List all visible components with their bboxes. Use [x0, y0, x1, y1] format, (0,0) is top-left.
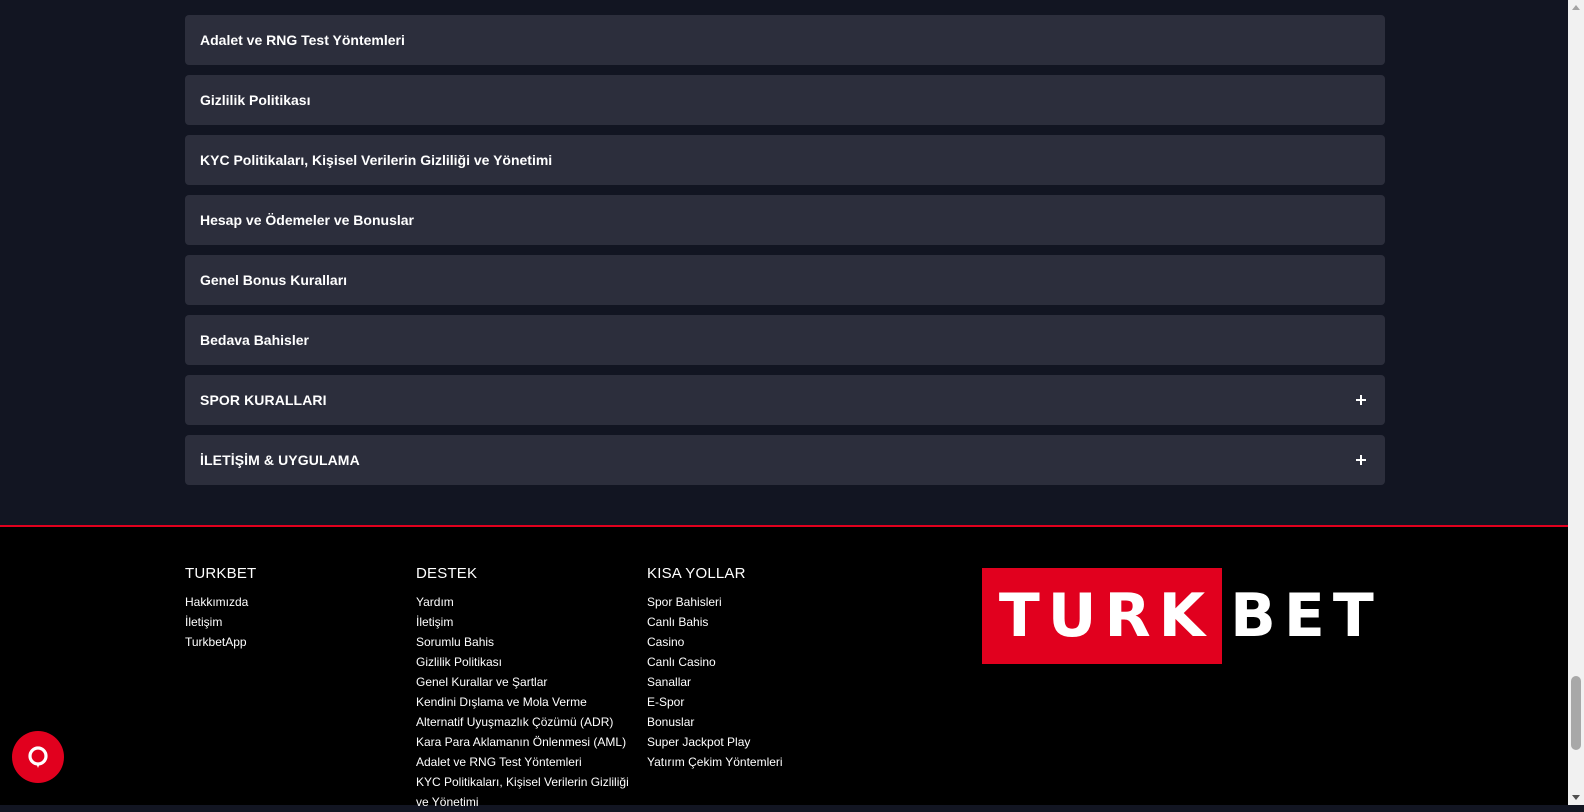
footer-link[interactable]: Gizlilik Politikası	[416, 655, 502, 669]
main-content: Adalet ve RNG Test Yöntemleri Gizlilik P…	[0, 0, 1568, 525]
footer-column-title: TURKBET	[185, 565, 257, 582]
scrollbar-thumb[interactable]	[1571, 676, 1581, 750]
vertical-scrollbar[interactable]	[1568, 0, 1584, 805]
footer-link[interactable]: Genel Kurallar ve Şartlar	[416, 675, 547, 689]
footer-link-list: Hakkımızda İletişim TurkbetApp	[185, 592, 403, 652]
footer-link[interactable]: E-Spor	[647, 695, 684, 709]
chat-bubble-icon	[28, 746, 48, 768]
accordion-item-genel-bonus[interactable]: Genel Bonus Kuralları	[185, 255, 1385, 305]
footer-column-destek: DESTEK Yardım İletişim Sorumlu Bahis Giz…	[416, 565, 634, 812]
plus-icon[interactable]	[1356, 395, 1366, 405]
footer-link[interactable]: Hakkımızda	[185, 595, 248, 609]
footer-column-title: DESTEK	[416, 565, 478, 582]
footer-link[interactable]: Adalet ve RNG Test Yöntemleri	[416, 755, 582, 769]
footer-link[interactable]: Kendini Dışlama ve Mola Verme	[416, 695, 587, 709]
footer-column-title: KISA YOLLAR	[647, 565, 746, 582]
footer-link[interactable]: TurkbetApp	[185, 635, 247, 649]
accordion-item-label: Hesap ve Ödemeler ve Bonuslar	[200, 212, 414, 228]
footer-link[interactable]: KYC Politikaları, Kişisel Verilerin Gizl…	[416, 775, 629, 809]
footer-link[interactable]: Bonuslar	[647, 715, 694, 729]
footer-link[interactable]: Super Jackpot Play	[647, 735, 750, 749]
footer-link[interactable]: İletişim	[416, 615, 453, 629]
footer-link-list: Yardım İletişim Sorumlu Bahis Gizlilik P…	[416, 592, 634, 812]
accordion-item-gizlilik[interactable]: Gizlilik Politikası	[185, 75, 1385, 125]
footer-link[interactable]: Alternatif Uyuşmazlık Çözümü (ADR)	[416, 715, 613, 729]
footer-link[interactable]: Kara Para Aklamanın Önlenmesi (AML)	[416, 735, 626, 749]
accordion-section-label: İLETİŞİM & UYGULAMA	[200, 452, 360, 468]
plus-icon[interactable]	[1356, 455, 1366, 465]
footer-link[interactable]: İletişim	[185, 615, 222, 629]
footer-link[interactable]: Sorumlu Bahis	[416, 635, 494, 649]
accordion-item-label: Gizlilik Politikası	[200, 92, 311, 108]
footer-link[interactable]: Canlı Casino	[647, 655, 716, 669]
footer-link[interactable]: Yardım	[416, 595, 454, 609]
scroll-up-arrow-icon[interactable]	[1572, 5, 1580, 10]
footer: TURKBET Hakkımızda İletişim TurkbetApp D…	[0, 525, 1568, 809]
footer-link-list: Spor Bahisleri Canlı Bahis Casino Canlı …	[647, 592, 865, 772]
logo-bet-text: BET	[1230, 581, 1382, 651]
footer-link[interactable]: Spor Bahisleri	[647, 595, 722, 609]
accordion-item-label: KYC Politikaları, Kişisel Verilerin Gizl…	[200, 152, 553, 168]
footer-link[interactable]: Sanallar	[647, 675, 691, 689]
accordion-section-spor-kurallari[interactable]: SPOR KURALLARI	[185, 375, 1385, 425]
accordion-item-bedava-bahisler[interactable]: Bedava Bahisler	[185, 315, 1385, 365]
logo-turk-block: TURK	[982, 568, 1222, 664]
accordion-item-kyc[interactable]: KYC Politikaları, Kişisel Verilerin Gizl…	[185, 135, 1385, 185]
accordion-item-label: Bedava Bahisler	[200, 332, 309, 348]
accordion-section-label: SPOR KURALLARI	[200, 392, 327, 408]
accordion-item-adalet-rng[interactable]: Adalet ve RNG Test Yöntemleri	[185, 15, 1385, 65]
accordion-item-label: Genel Bonus Kuralları	[200, 272, 348, 288]
accordion-item-label: Adalet ve RNG Test Yöntemleri	[200, 32, 405, 48]
footer-link[interactable]: Canlı Bahis	[647, 615, 708, 629]
footer-column-kisa-yollar: KISA YOLLAR Spor Bahisleri Canlı Bahis C…	[647, 565, 865, 772]
live-chat-button[interactable]	[12, 731, 64, 783]
scroll-down-arrow-icon[interactable]	[1572, 795, 1580, 800]
footer-link[interactable]: Casino	[647, 635, 684, 649]
accordion-section-iletisim-uygulama[interactable]: İLETİŞİM & UYGULAMA	[185, 435, 1385, 485]
turkbet-logo[interactable]: TURK BET	[982, 568, 1382, 664]
footer-column-turkbet: TURKBET Hakkımızda İletişim TurkbetApp	[185, 565, 403, 652]
footer-link[interactable]: Yatırım Çekim Yöntemleri	[647, 755, 783, 769]
accordion-item-hesap-odemeler[interactable]: Hesap ve Ödemeler ve Bonuslar	[185, 195, 1385, 245]
